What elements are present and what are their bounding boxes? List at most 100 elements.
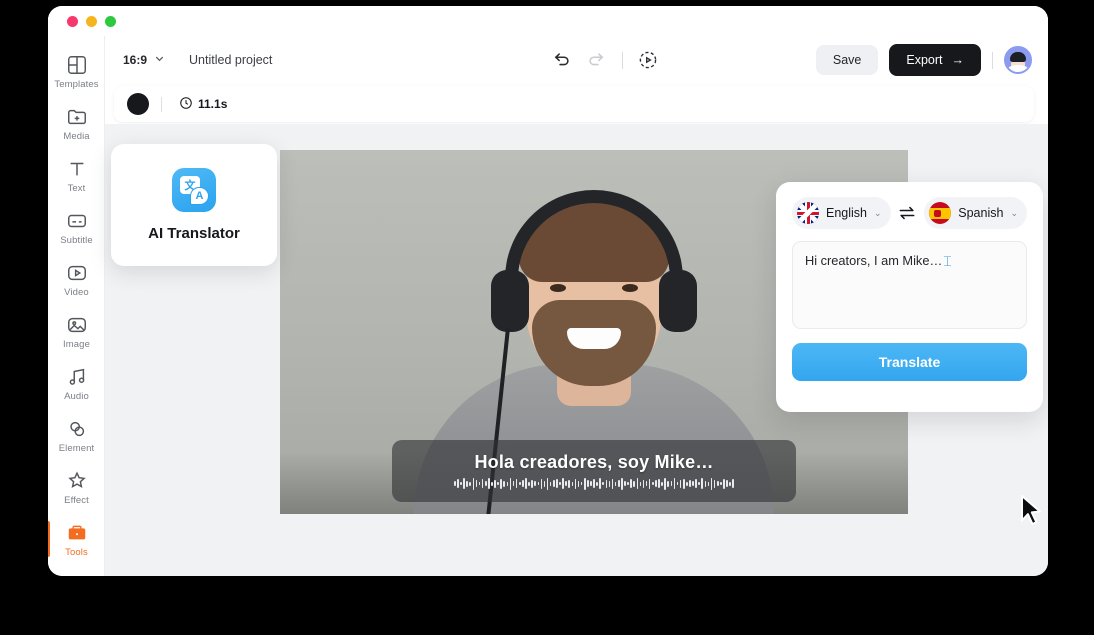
preview-icon[interactable]: [637, 49, 659, 71]
video-icon: [65, 261, 89, 285]
text-cursor-icon: ⌶: [943, 253, 952, 269]
timeline-bar[interactable]: 11.1s: [114, 86, 1034, 122]
translate-input-value: Hi creators, I am Mike…: [805, 253, 943, 268]
sidebar-item-label: Tools: [65, 546, 88, 558]
aspect-ratio-selector[interactable]: 16:9: [123, 53, 165, 67]
waveform-bar: [599, 478, 601, 489]
waveform-bar: [457, 479, 459, 488]
sidebar-item-video[interactable]: Video: [48, 253, 105, 305]
sidebar-item-label: Audio: [64, 390, 89, 402]
translator-panel: English ⌄ Spanish ⌄ Hi creators, I am Mi…: [776, 182, 1043, 412]
sidebar-item-label: Media: [63, 130, 90, 142]
waveform-bar: [583, 477, 586, 490]
waveform-bar: [611, 478, 614, 489]
waveform-bar: [633, 480, 636, 487]
waveform-bar: [682, 478, 685, 489]
ai-translator-card[interactable]: 文 A AI Translator: [111, 144, 277, 266]
clock-icon: [179, 96, 193, 113]
sidebar-item-media[interactable]: Media: [48, 97, 105, 149]
avatar[interactable]: [1004, 46, 1032, 74]
sidebar-item-subtitle[interactable]: Subtitle: [48, 201, 105, 253]
window-maximize-button[interactable]: [105, 16, 116, 27]
translate-input[interactable]: Hi creators, I am Mike…⌶: [792, 241, 1027, 329]
waveform-bar: [642, 479, 645, 488]
media-icon: [65, 105, 89, 129]
sidebar-item-tools[interactable]: Tools: [48, 513, 105, 565]
window-close-button[interactable]: [67, 16, 78, 27]
export-button[interactable]: Export →: [889, 44, 981, 76]
avatar-shirt: [1007, 65, 1029, 72]
sidebar-item-image[interactable]: Image: [48, 305, 105, 357]
waveform-bar: [469, 481, 472, 486]
waveform-bar: [645, 481, 648, 486]
waveform-bar: [506, 481, 509, 486]
waveform-bar: [491, 481, 493, 486]
sidebar-item-label: Text: [67, 182, 86, 194]
sidebar-item-effect[interactable]: Effect: [48, 461, 105, 513]
waveform-bar: [605, 479, 608, 488]
waveform-bar: [648, 478, 651, 489]
waveform-bar: [713, 479, 716, 488]
waveform-bar: [543, 480, 546, 487]
spain-flag-icon: [929, 202, 952, 224]
avatar-hair: [1010, 52, 1026, 62]
save-button[interactable]: Save: [815, 45, 879, 75]
waveform-bar: [481, 479, 484, 488]
effect-icon: [65, 469, 89, 493]
waveform-bar: [484, 481, 487, 486]
target-language-dropdown[interactable]: Spanish ⌄: [924, 197, 1027, 229]
top-toolbar: 16:9 Untitled project Save Export →: [105, 36, 1048, 84]
chevron-down-icon: [154, 53, 165, 67]
waveform-bar: [720, 482, 722, 485]
translate-button[interactable]: Translate: [792, 343, 1027, 381]
waveform-bar: [460, 482, 462, 485]
waveform-bar: [488, 478, 490, 489]
window-minimize-button[interactable]: [86, 16, 97, 27]
clip-thumbnail[interactable]: [127, 93, 149, 115]
waveform-bar: [587, 480, 589, 487]
project-title[interactable]: Untitled project: [189, 53, 272, 67]
waveform-bar: [512, 481, 515, 486]
waveform-bar: [661, 481, 663, 486]
waveform-bar: [621, 477, 623, 490]
waveform-bar: [658, 479, 660, 488]
sidebar-item-audio[interactable]: Audio: [48, 357, 105, 409]
waveform-bar: [701, 478, 704, 489]
waveform-bar: [593, 479, 595, 488]
waveform-bar: [692, 481, 694, 486]
sidebar-item-element[interactable]: Element: [48, 409, 105, 461]
sidebar-item-templates[interactable]: Templates: [48, 45, 105, 97]
image-icon: [65, 313, 89, 337]
waveform-bar: [639, 481, 642, 486]
sidebar-item-text[interactable]: Text: [48, 149, 105, 201]
waveform-bar: [552, 480, 555, 487]
arrow-right-icon: →: [951, 53, 965, 67]
source-language-dropdown[interactable]: English ⌄: [792, 197, 891, 229]
history-controls: [550, 49, 659, 71]
chevron-down-icon: ⌄: [1010, 207, 1018, 218]
ai-translator-label: AI Translator: [148, 225, 240, 242]
waveform-bar: [704, 480, 707, 487]
waveform-bar: [608, 480, 611, 487]
canvas-area: Hola creadores, soy Mike… 文 A AI Transla…: [105, 124, 1048, 576]
undo-icon[interactable]: [550, 49, 572, 71]
waveform-bar: [679, 479, 682, 488]
waveform-bar: [732, 479, 735, 488]
window-titlebar: [48, 6, 1048, 36]
redo-icon[interactable]: [586, 49, 608, 71]
waveform-bar: [602, 482, 605, 485]
waveform-bar: [472, 477, 475, 490]
swap-languages-icon[interactable]: [897, 203, 917, 223]
mouse-pointer-icon: [1018, 494, 1046, 528]
waveform-bar: [453, 481, 456, 486]
waveform-bar: [636, 478, 639, 489]
waveform-bar: [515, 479, 518, 488]
language-selector-row: English ⌄ Spanish ⌄: [792, 197, 1027, 229]
waveform-bar: [503, 480, 506, 487]
waveform-bar: [574, 478, 577, 489]
subtitle-overlay[interactable]: Hola creadores, soy Mike…: [392, 440, 796, 502]
waveform-bar: [463, 478, 465, 489]
waveform-bar: [494, 479, 496, 488]
tools-icon: [65, 521, 89, 545]
headphone-cup-right: [659, 270, 697, 332]
